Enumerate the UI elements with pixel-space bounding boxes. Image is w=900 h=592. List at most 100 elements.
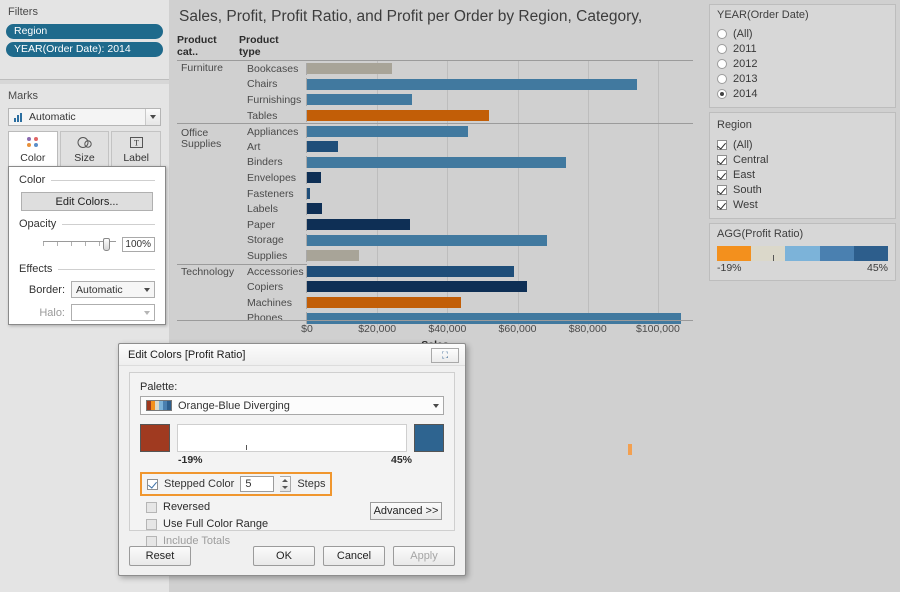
row-product-type-label[interactable]: Tables bbox=[245, 109, 307, 122]
row-product-type-label[interactable]: Chairs bbox=[245, 78, 307, 91]
checkbox[interactable] bbox=[717, 169, 727, 180]
bar-mark[interactable] bbox=[307, 63, 393, 74]
color-legend-gradient[interactable] bbox=[717, 246, 889, 261]
row-product-type-label[interactable]: Paper bbox=[245, 218, 307, 231]
ramp-end-swatch[interactable] bbox=[414, 424, 444, 452]
chevron-down-icon[interactable] bbox=[428, 398, 443, 414]
bar-mark[interactable] bbox=[307, 234, 547, 246]
edit-colors-dialog: Edit Colors [Profit Ratio] ⛶ Palette: Or… bbox=[118, 343, 466, 576]
filter-pill-year-order-date[interactable]: YEAR(Order Date): 2014 bbox=[6, 42, 163, 57]
x-axis-tick-label: $80,000 bbox=[568, 323, 607, 335]
radio-button[interactable] bbox=[717, 28, 727, 39]
palette-dropdown[interactable]: Orange-Blue Diverging bbox=[140, 396, 444, 415]
gridline bbox=[587, 92, 589, 108]
chevron-down-icon[interactable] bbox=[139, 282, 154, 297]
ok-button[interactable]: OK bbox=[253, 546, 315, 566]
bar-cell bbox=[307, 279, 693, 295]
year-filter-option[interactable]: 2012 bbox=[717, 56, 888, 71]
full-color-range-checkbox[interactable] bbox=[146, 518, 157, 530]
opacity-value[interactable]: 100% bbox=[122, 237, 155, 252]
radio-button[interactable] bbox=[717, 73, 727, 84]
column-header-product-category[interactable]: Product cat.. bbox=[171, 34, 239, 58]
reversed-checkbox[interactable] bbox=[146, 501, 157, 513]
row-product-type-label[interactable]: Supplies bbox=[245, 249, 307, 262]
checkbox[interactable] bbox=[717, 199, 727, 210]
bar-mark[interactable] bbox=[307, 94, 413, 106]
row-category-label[interactable]: Furniture bbox=[177, 63, 245, 74]
steps-spinner[interactable] bbox=[280, 476, 292, 492]
edit-colors-button[interactable]: Edit Colors... bbox=[21, 192, 153, 211]
row-product-type-label[interactable]: Art bbox=[245, 140, 307, 153]
bar-mark[interactable] bbox=[307, 156, 566, 168]
bar-mark[interactable] bbox=[307, 109, 489, 121]
stepped-color-checkbox[interactable] bbox=[147, 478, 158, 490]
gridline bbox=[587, 264, 589, 280]
bar-mark[interactable] bbox=[307, 281, 528, 293]
bar-cell bbox=[307, 154, 693, 171]
row-product-type-label[interactable]: Storage bbox=[245, 234, 307, 247]
cancel-button[interactable]: Cancel bbox=[323, 546, 385, 566]
checkbox[interactable] bbox=[717, 139, 727, 150]
region-filter-option[interactable]: West bbox=[717, 197, 888, 212]
legend-color-band bbox=[717, 246, 752, 261]
bar-mark[interactable] bbox=[307, 140, 338, 152]
marks-shelf-label[interactable]: T Label bbox=[111, 131, 162, 167]
radio-button[interactable] bbox=[717, 43, 727, 54]
radio-button[interactable] bbox=[717, 88, 727, 99]
opacity-slider-thumb[interactable] bbox=[103, 237, 110, 251]
year-filter-option[interactable]: 2013 bbox=[717, 71, 888, 86]
row-product-type-label[interactable]: Bookcases bbox=[245, 62, 307, 75]
region-filter-option[interactable]: (All) bbox=[717, 137, 888, 152]
checkbox[interactable] bbox=[717, 184, 727, 195]
row-product-type-label[interactable]: Machines bbox=[245, 296, 307, 309]
table-row: Chairs bbox=[177, 76, 693, 93]
reset-button[interactable]: Reset bbox=[129, 546, 191, 566]
row-product-type-label[interactable]: Copiers bbox=[245, 281, 307, 294]
bar-mark[interactable] bbox=[307, 296, 462, 308]
mark-type-dropdown[interactable]: Automatic bbox=[8, 108, 161, 126]
row-product-type-label[interactable]: Binders bbox=[245, 156, 307, 169]
row-category-label[interactable]: Technology bbox=[177, 266, 245, 278]
bar-mark[interactable] bbox=[307, 250, 359, 262]
year-filter-option[interactable]: 2014 bbox=[717, 86, 888, 101]
ramp-start-swatch[interactable] bbox=[140, 424, 170, 452]
bar-mark[interactable] bbox=[307, 203, 323, 215]
row-product-type-label[interactable]: Furnishings bbox=[245, 93, 307, 106]
region-filter-option[interactable]: East bbox=[717, 167, 888, 182]
marks-shelf-size[interactable]: Size bbox=[59, 131, 110, 167]
year-filter-option[interactable]: (All) bbox=[717, 26, 888, 41]
filter-pill-region[interactable]: Region bbox=[6, 24, 163, 39]
color-ramp[interactable] bbox=[177, 424, 407, 452]
row-product-type-label[interactable]: Envelopes bbox=[245, 171, 307, 184]
bar-mark[interactable] bbox=[307, 218, 410, 230]
bar-mark[interactable] bbox=[307, 266, 515, 278]
bar-mark[interactable] bbox=[307, 172, 321, 184]
year-filter-option[interactable]: 2011 bbox=[717, 41, 888, 56]
gridline bbox=[377, 138, 379, 155]
gridline bbox=[587, 107, 589, 124]
advanced-button[interactable]: Advanced >> bbox=[370, 502, 442, 520]
marks-shelf-color[interactable]: Color bbox=[8, 131, 58, 167]
close-icon[interactable]: ⛶ bbox=[431, 348, 459, 363]
row-product-type-label[interactable]: Fasteners bbox=[245, 187, 307, 200]
table-row: Office Supplies Appliances bbox=[177, 123, 693, 149]
border-dropdown[interactable]: Automatic bbox=[71, 281, 155, 298]
region-filter-option[interactable]: Central bbox=[717, 152, 888, 167]
opacity-slider[interactable] bbox=[43, 237, 116, 252]
legend-color-band bbox=[751, 246, 786, 261]
chevron-down-icon[interactable] bbox=[145, 109, 160, 125]
region-filter-option[interactable]: South bbox=[717, 182, 888, 197]
bar-mark[interactable] bbox=[307, 187, 311, 199]
row-product-type-label[interactable]: Labels bbox=[245, 203, 307, 216]
row-product-type-label[interactable]: Appliances bbox=[245, 125, 307, 138]
bar-mark[interactable] bbox=[307, 125, 469, 137]
radio-button[interactable] bbox=[717, 58, 727, 69]
checkbox[interactable] bbox=[717, 154, 727, 165]
color-ramp-row bbox=[140, 424, 444, 452]
column-header-product-type[interactable]: Product type bbox=[239, 34, 301, 58]
row-product-type-label[interactable]: Accessories bbox=[245, 266, 307, 279]
bar-mark[interactable] bbox=[307, 78, 637, 90]
gridline bbox=[447, 248, 449, 264]
ramp-range-max: 45% bbox=[390, 454, 412, 466]
steps-input[interactable]: 5 bbox=[240, 476, 275, 492]
